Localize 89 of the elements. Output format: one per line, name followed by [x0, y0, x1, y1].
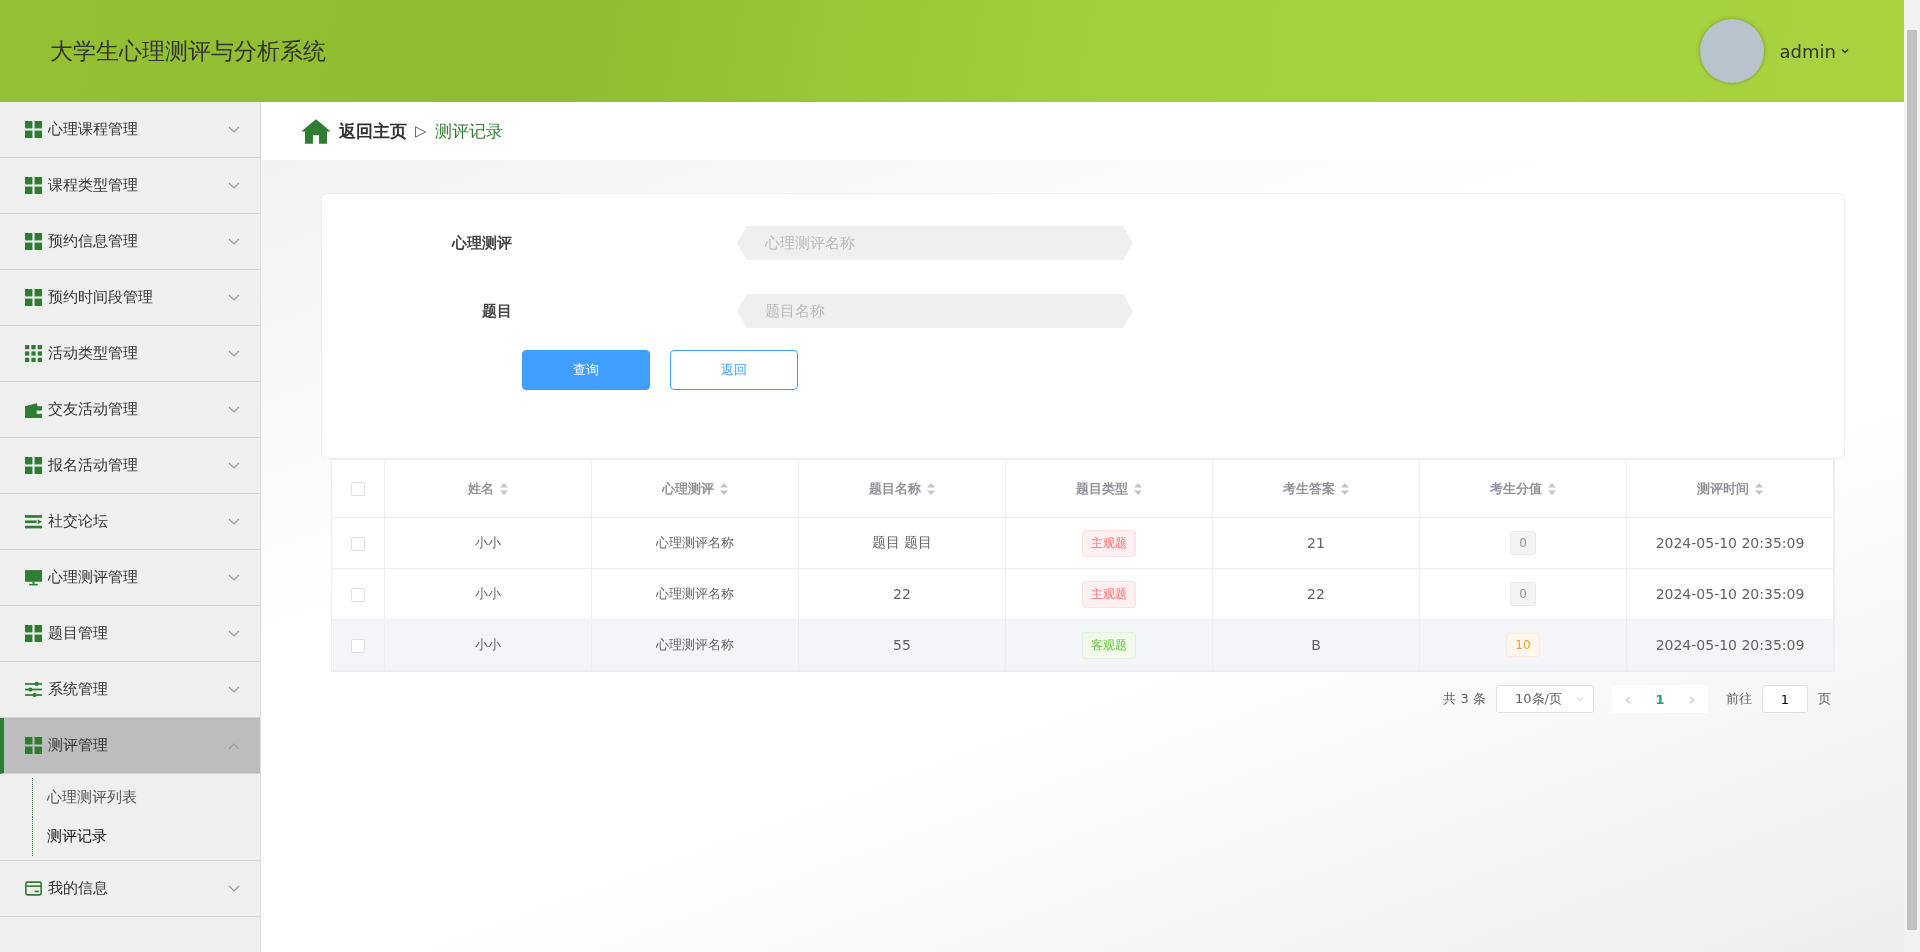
sliders-icon	[25, 681, 42, 698]
breadcrumb-separator: ▷	[415, 122, 427, 140]
submenu-item[interactable]: 测评记录	[32, 817, 207, 856]
type-tag: 主观题	[1082, 580, 1136, 608]
grid-icon	[25, 737, 42, 754]
grid-icon	[25, 289, 42, 306]
table-cell: 小小	[475, 637, 501, 652]
avatar-placeholder[interactable]	[1699, 19, 1764, 83]
field-label: 题目	[481, 301, 512, 321]
table-cell: 55	[893, 637, 911, 653]
submenu-item[interactable]: 心理测评列表	[32, 778, 207, 817]
type-tag: 主观题	[1082, 529, 1136, 557]
goto-label: 前往	[1726, 690, 1752, 708]
card-icon	[25, 880, 42, 897]
chevron-up-icon	[228, 741, 240, 750]
caret-icon	[1575, 694, 1585, 704]
chevron-down-icon	[228, 237, 240, 246]
sort-icon[interactable]	[720, 482, 728, 495]
sidebar-item[interactable]: 题目管理	[0, 606, 260, 662]
table-cell: 心理测评名称	[656, 586, 734, 601]
chevron-down-icon	[228, 685, 240, 694]
sidebar-item[interactable]: 心理课程管理	[0, 102, 260, 158]
grid-icon	[25, 457, 42, 474]
total-count: 共 3 条	[1443, 690, 1486, 708]
chevron-down-icon	[228, 884, 240, 893]
sidebar-item[interactable]: 活动类型管理	[0, 326, 260, 382]
score-tag: 0	[1510, 582, 1536, 606]
chevron-down-icon	[228, 405, 240, 414]
list-icon	[25, 513, 42, 530]
table-cell: B	[1311, 637, 1321, 653]
field-label: 心理测评	[450, 233, 512, 253]
caret-icon	[1840, 46, 1850, 56]
sidebar-item[interactable]: 社交论坛	[0, 494, 260, 550]
grid-icon	[25, 121, 42, 138]
sort-icon[interactable]	[927, 482, 935, 495]
score-tag: 10	[1506, 633, 1540, 657]
row-checkbox[interactable]	[351, 536, 365, 551]
score-tag: 0	[1510, 531, 1536, 555]
sort-icon[interactable]	[1548, 482, 1556, 495]
sort-icon[interactable]	[1134, 482, 1142, 495]
type-tag: 客观题	[1082, 631, 1136, 659]
user-menu[interactable]: admin	[1779, 40, 1850, 62]
table-cell: 小小	[475, 586, 501, 601]
table-cell: 2024-05-10 20:35:09	[1655, 637, 1805, 653]
table-cell: 2024-05-10 20:35:09	[1655, 586, 1805, 602]
chevron-down-icon	[228, 181, 240, 190]
table-cell: 22	[893, 586, 911, 602]
chevron-down-icon	[228, 629, 240, 638]
home-link[interactable]: 返回主页	[339, 119, 407, 143]
sort-icon[interactable]	[1341, 482, 1349, 495]
table-cell: 21	[1307, 535, 1325, 551]
grid-icon	[25, 625, 42, 642]
sort-icon[interactable]	[1755, 482, 1763, 495]
breadcrumb-current: 测评记录	[434, 119, 503, 143]
page-input[interactable]: 1	[1762, 685, 1808, 713]
table-cell: 22	[1307, 586, 1325, 602]
table-cell: 题目 题目	[871, 534, 933, 550]
chevron-down-icon	[228, 349, 240, 358]
sidebar-item[interactable]: 预约时间段管理	[0, 270, 260, 326]
table-cell: 心理测评名称	[656, 637, 734, 652]
page-size-select[interactable]: 10条/页	[1496, 685, 1594, 713]
sidebar-item[interactable]: 交友活动管理	[0, 382, 260, 438]
sidebar-item[interactable]: 报名活动管理	[0, 438, 260, 494]
table-cell: 小小	[475, 535, 501, 550]
grid-icon	[25, 177, 42, 194]
sidebar-item[interactable]: 课程类型管理	[0, 158, 260, 214]
sidebar-item[interactable]: 预约信息管理	[0, 214, 260, 270]
monitor-icon	[25, 569, 42, 586]
chevron-down-icon	[228, 573, 240, 582]
sidebar-item[interactable]: 我的信息	[0, 861, 260, 917]
row-checkbox[interactable]	[351, 587, 365, 602]
chevron-down-icon	[228, 461, 240, 470]
home-icon	[301, 117, 331, 145]
chevron-down-icon	[228, 293, 240, 302]
chevron-down-icon	[228, 125, 240, 134]
page-unit: 页	[1818, 690, 1831, 708]
sidebar-item[interactable]: 心理测评管理	[0, 550, 260, 606]
table-cell: 2024-05-10 20:35:09	[1655, 535, 1805, 551]
table-cell: 心理测评名称	[656, 535, 734, 550]
sort-icon[interactable]	[500, 482, 508, 495]
wallet-icon	[25, 401, 42, 418]
select-all-checkbox[interactable]	[351, 482, 365, 497]
chevron-down-icon	[228, 517, 240, 526]
scrollbar[interactable]	[1904, 0, 1920, 952]
app-title: 大学生心理测评与分析系统	[50, 36, 326, 66]
grid-icon	[25, 233, 42, 250]
row-checkbox[interactable]	[351, 638, 365, 653]
sidebar-item[interactable]: 测评管理	[0, 718, 260, 774]
grid-icon	[25, 345, 42, 362]
